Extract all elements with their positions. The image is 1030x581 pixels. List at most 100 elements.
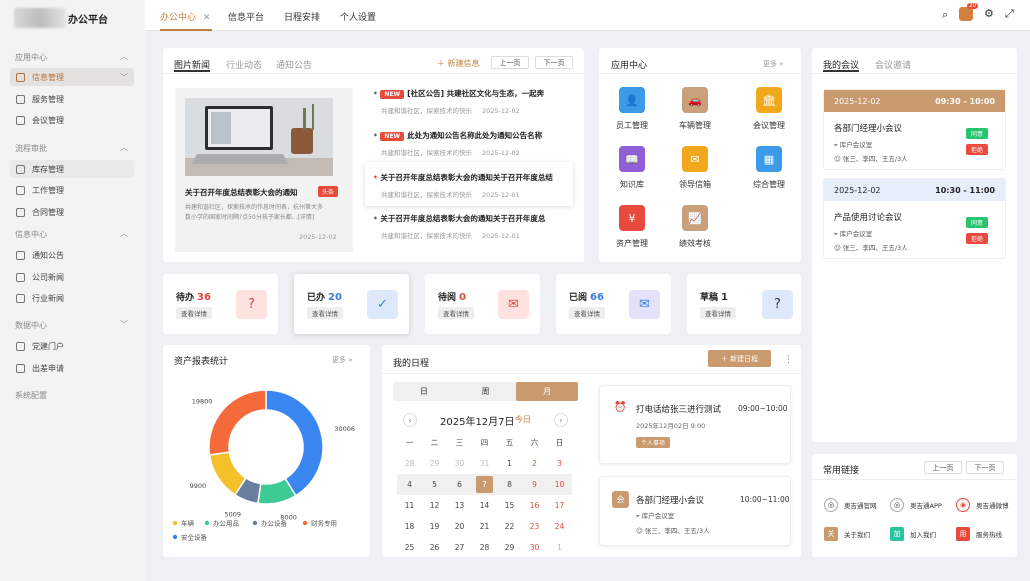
prev-page-button[interactable]: 上一页 [491,56,529,69]
stat-card[interactable]: 待办 36 查看详情? [163,274,278,334]
calendar-day[interactable]: 23 [522,516,547,537]
calendar-day[interactable]: 28 [472,537,497,558]
app-item[interactable]: ✉ 领导信箱 [670,146,720,190]
view-details-button[interactable]: 查看详情 [176,307,212,319]
calendar-day[interactable]: 25 [397,537,422,558]
calendar-day[interactable]: 1 [497,453,522,474]
more-vert-icon[interactable]: ⋮ [784,355,793,365]
stat-card[interactable]: 已阅 66 查看详情 ✉ [556,274,671,334]
app-logo[interactable]: 办公平台 [14,7,124,29]
tab-office-center[interactable]: 办公中心 ✕ [160,10,210,23]
calendar-day[interactable]: 30 [522,537,547,558]
calendar-day[interactable]: 27 [447,537,472,558]
sidebar-item-inventory[interactable]: 库存管理 [10,160,134,178]
tab-schedule[interactable]: 日程安排 [284,10,320,23]
view-month[interactable]: 月 [516,382,579,401]
calendar-day[interactable]: 12 [422,495,447,516]
calendar-day[interactable]: 19 [422,516,447,537]
app-item[interactable]: ¥ 资产管理 [607,205,657,249]
message-icon[interactable] [959,7,973,21]
meeting-item[interactable]: 2025-12-02 10:30 - 11:00 产品使用讨论会议 ⌖ 库户会议室… [823,178,1006,259]
pie-slice-财务专用[interactable] [208,389,267,456]
today-button[interactable]: 今日 [515,414,531,425]
sidebar-item-work[interactable]: 工作管理 [10,181,134,199]
reject-button[interactable]: 拒绝 [966,144,989,155]
tab-meeting-invites[interactable]: 会议邀请 [875,58,911,71]
view-details-button[interactable]: 查看详情 [307,307,343,319]
sidebar-group-app[interactable]: 应用中心 ︿ [15,52,128,63]
stat-card[interactable]: 草稿 1 查看详情? [687,274,801,334]
pie-slice-安全设备[interactable] [265,389,324,497]
links-next-button[interactable]: 下一页 [966,461,1004,474]
app-item[interactable]: ▦ 综合管理 [744,146,794,190]
featured-title[interactable]: 关于召开年度总结表彰大会的通知 [185,187,298,198]
next-month-icon[interactable]: › [554,413,568,427]
view-details-button[interactable]: 查看详情 [700,307,736,319]
app-item[interactable]: 🚗 车辆管理 [670,87,720,131]
close-icon[interactable]: ✕ [203,13,211,23]
tab-notice[interactable]: 通知公告 [276,58,312,71]
calendar-day[interactable]: 7 [472,474,497,495]
sidebar-group-data[interactable]: 数据中心 ﹀ [15,320,128,331]
app-center-more[interactable]: 更多 » [763,59,784,69]
stat-card[interactable]: 已办 20 查看详情 ✓ [294,274,409,334]
calendar-day[interactable]: 18 [397,516,422,537]
view-details-button[interactable]: 查看详情 [569,307,605,319]
prev-month-icon[interactable]: ‹ [403,413,417,427]
calendar-day[interactable]: 24 [547,516,572,537]
sidebar-item-notice[interactable]: 通知公告 [10,246,134,264]
view-week[interactable]: 周 [455,382,517,401]
accept-button[interactable]: 同意 [966,217,989,228]
sidebar-system-config[interactable]: 系统配置 [15,390,47,401]
calendar-day[interactable]: 11 [397,495,422,516]
sidebar-item-company-news[interactable]: 公司新闻 [10,268,134,286]
news-item[interactable]: • NEW [社区公告] 共建社区文化与生态，一起奔 共建和谐社区，探索技术的快乐 2… [373,88,573,115]
fullscreen-icon[interactable]: ⤢ [1005,7,1014,21]
sidebar-item-service[interactable]: 服务管理 [10,90,134,108]
news-item[interactable]: • NEW 此处为通知公告名称此处为通知公告名称 共建和谐社区，探索技术的快乐 202… [373,130,573,157]
event-card[interactable]: 会 各部门经理小会议 10:00~11:00 ⌖ 库户会议室 ☺ 张三、李四、王… [599,476,791,546]
calendar-day[interactable]: 13 [447,495,472,516]
calendar-day[interactable]: 14 [472,495,497,516]
sidebar-item-industry-news[interactable]: 行业新闻 [10,289,134,307]
meeting-item[interactable]: 2025-12-02 09:30 - 10:00 各部门经理小会议 ⌖ 库户会议室… [823,89,1006,170]
new-schedule-button[interactable]: ＋ 新建日程 [708,350,771,367]
sidebar-item-travel[interactable]: 出差申请 [10,359,134,377]
new-info-button[interactable]: ＋ 新建信息 [437,58,480,69]
tab-info-platform[interactable]: 信息平台 [228,10,264,23]
stat-card[interactable]: 待阅 0 查看详情 ✉ [425,274,540,334]
view-details-button[interactable]: 查看详情 [438,307,474,319]
link-app[interactable]: ◎ 奥吉通APP [890,498,942,512]
calendar-day[interactable]: 28 [397,453,422,474]
sidebar-item-party[interactable]: 党建门户 [10,337,134,355]
calendar-day[interactable]: 31 [472,453,497,474]
search-icon[interactable]: ⌕ [942,8,948,22]
app-item[interactable]: 📈 绩效考核 [670,205,720,249]
news-item[interactable]: • 关于召开年度总结表彰大会的通知关于召开年度总 共建和谐社区，探索技术的快乐 20… [373,213,573,240]
sidebar-item-meeting[interactable]: 会议管理 [10,111,134,129]
calendar-day[interactable]: 21 [472,516,497,537]
calendar-day[interactable]: 5 [422,474,447,495]
calendar-day[interactable]: 26 [422,537,447,558]
link-join[interactable]: 加加入我们 [890,527,936,541]
calendar-day[interactable]: 3 [547,453,572,474]
app-item[interactable]: 🏛 会议管理 [744,87,794,131]
sidebar-item-info-manage[interactable]: 信息管理 ﹀ [10,68,134,86]
link-about[interactable]: 关关于我们 [824,527,870,541]
calendar-day[interactable]: 16 [522,495,547,516]
calendar-day[interactable]: 20 [447,516,472,537]
calendar-day[interactable]: 17 [547,495,572,516]
calendar-day[interactable]: 8 [497,474,522,495]
calendar-day[interactable]: 22 [497,516,522,537]
view-day[interactable]: 日 [393,382,455,401]
sidebar-item-contract[interactable]: 合同管理 [10,203,134,221]
link-official-site[interactable]: ◎ 奥吉通官网 [824,498,877,512]
app-item[interactable]: 👤 员工管理 [607,87,657,131]
tab-industry[interactable]: 行业动态 [226,58,262,71]
tab-personal-settings[interactable]: 个人设置 [340,10,376,23]
calendar-day[interactable]: 1 [547,537,572,558]
sidebar-group-approval[interactable]: 流程审批 ︿ [15,143,128,154]
reject-button[interactable]: 拒绝 [966,233,989,244]
calendar-day[interactable]: 15 [497,495,522,516]
accept-button[interactable]: 同意 [966,128,989,139]
